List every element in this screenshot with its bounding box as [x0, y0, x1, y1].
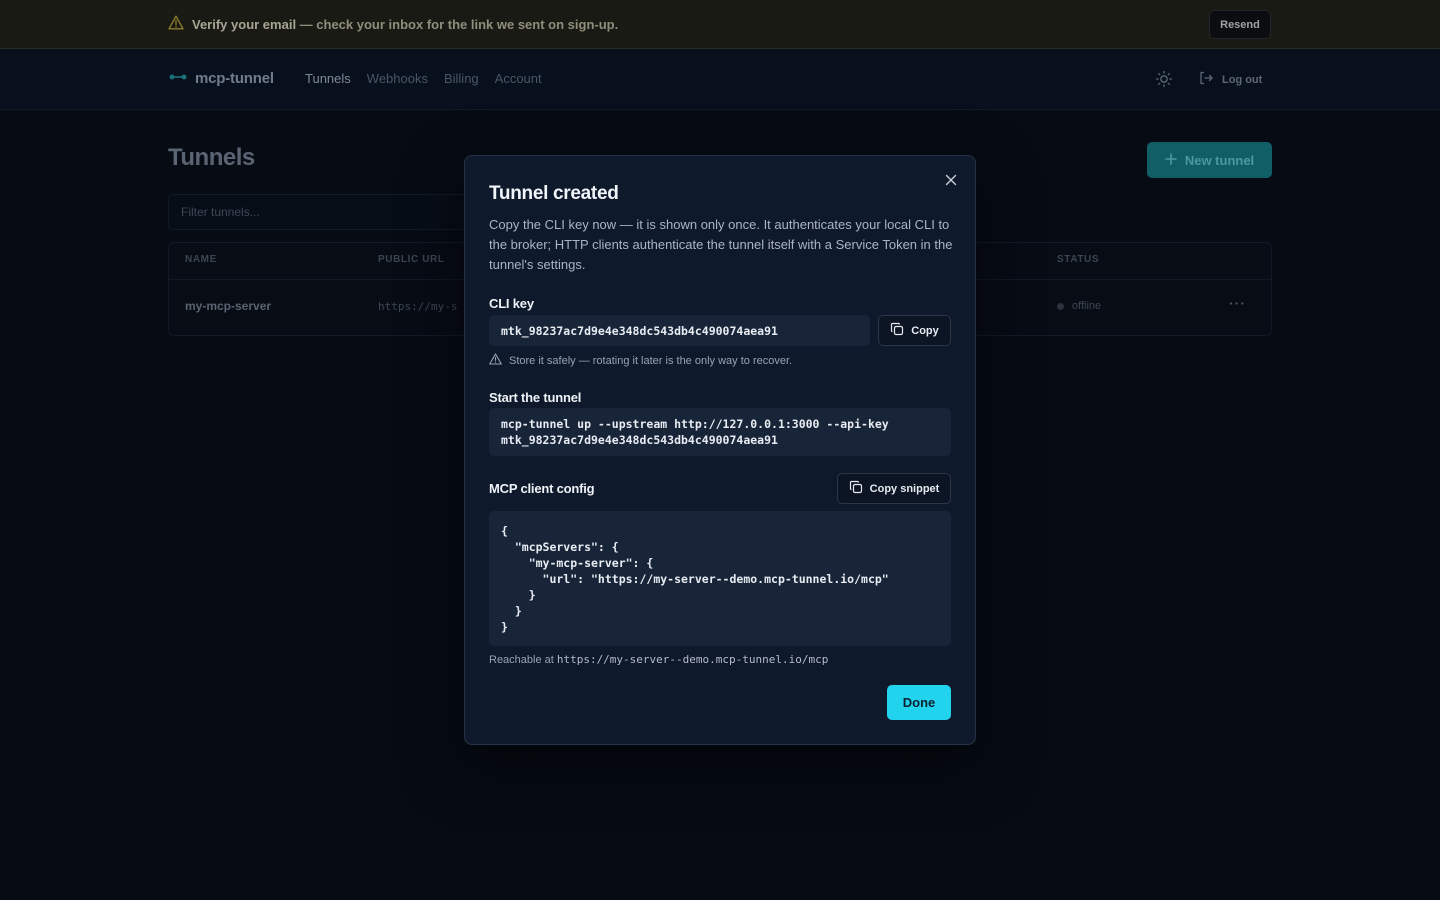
status-dot [1057, 302, 1064, 310]
page-title: Tunnels [168, 144, 255, 171]
code-line: } [501, 604, 522, 618]
key-warning: Store it safely — rotating it later is t… [489, 353, 792, 368]
column-header-status: STATUS [1057, 254, 1100, 265]
banner-text: — check your inbox for the link we sent … [296, 17, 619, 32]
reachable-url: https://my-server--demo.mcp-tunnel.io/mc… [556, 653, 829, 666]
copy-icon [849, 480, 863, 497]
logout-icon [1198, 70, 1214, 89]
start-tunnel-label: Start the tunnel [489, 390, 582, 405]
plus-icon [1165, 152, 1177, 168]
code-line: "url": "https://my-server--demo.mcp-tunn… [501, 572, 889, 586]
copy-snippet-label: Copy snippet [869, 482, 940, 495]
reachable-at: Reachable at https://my-server--demo.mcp… [489, 653, 828, 666]
copy-snippet-button[interactable]: Copy snippet [837, 473, 951, 504]
banner-message: Verify your email — check your inbox for… [192, 17, 618, 32]
app-page: Verify your email — check your inbox for… [0, 0, 1440, 900]
warning-icon [489, 353, 502, 368]
column-header-name: NAME [185, 254, 217, 265]
banner-strong: Verify your email [192, 17, 297, 32]
new-tunnel-label: New tunnel [1184, 152, 1255, 168]
code-line: "my-mcp-server": { [501, 556, 654, 570]
command-line: mcp-tunnel up --upstream http://127.0.0.… [501, 417, 889, 431]
nav-links: Tunnels Webhooks Billing Account [305, 71, 542, 86]
modal-title: Tunnel created [489, 183, 619, 204]
tunnel-created-modal: Tunnel created Copy the CLI key now — it… [464, 155, 976, 745]
column-header-public-url: PUBLIC URL [378, 254, 445, 265]
tunnel-name-cell[interactable]: my-mcp-server [185, 299, 271, 313]
verify-email-banner: Verify your email — check your inbox for… [0, 0, 1440, 49]
done-button[interactable]: Done [887, 685, 951, 720]
brand-name: mcp-tunnel [195, 69, 274, 87]
code-line: "mcpServers": { [501, 540, 619, 554]
nav-link-tunnels[interactable]: Tunnels [305, 71, 351, 86]
copy-key-button[interactable]: Copy [878, 315, 951, 346]
copy-label: Copy [911, 324, 939, 337]
status-text: offline [1072, 300, 1102, 312]
code-line: } [501, 588, 536, 602]
nav-link-billing[interactable]: Billing [444, 71, 479, 86]
mcp-config-label: MCP client config [489, 481, 595, 496]
resend-button[interactable]: Resend [1209, 10, 1271, 39]
command-line: mtk_98237ac7d9e4e348dc543db4c490074aea91 [501, 433, 778, 447]
row-actions-menu-icon[interactable]: ··· [1229, 295, 1246, 311]
key-warning-text: Store it safely — rotating it later is t… [509, 354, 793, 367]
copy-icon [890, 322, 904, 339]
reachable-prefix: Reachable at [489, 654, 554, 666]
mcp-config-code-block[interactable]: { "mcpServers": { "my-mcp-server": { "ur… [489, 511, 951, 646]
theme-toggle-sun-icon[interactable] [1155, 70, 1173, 88]
nav-link-account[interactable]: Account [495, 71, 542, 86]
top-navbar: mcp-tunnel Tunnels Webhooks Billing Acco… [0, 49, 1440, 110]
filter-tunnels-input[interactable]: Filter tunnels... [168, 194, 488, 230]
brand[interactable]: mcp-tunnel [169, 69, 274, 87]
tunnel-logo-icon [169, 69, 187, 87]
new-tunnel-button[interactable]: New tunnel [1147, 142, 1272, 178]
cli-key-label: CLI key [489, 296, 534, 311]
close-icon[interactable] [943, 172, 959, 188]
logout-button[interactable]: Log out [1198, 70, 1262, 89]
nav-link-webhooks[interactable]: Webhooks [367, 71, 428, 86]
code-line: } [501, 620, 508, 634]
warning-icon [168, 15, 184, 35]
cli-key-field[interactable]: mtk_98237ac7d9e4e348dc543db4c490074aea91 [489, 315, 870, 346]
code-line: { [501, 524, 508, 538]
status-badge: offline [1057, 300, 1101, 312]
tunnel-url-cell: https://my-s [378, 300, 458, 313]
modal-description: Copy the CLI key now — it is shown only … [489, 217, 953, 272]
logout-label: Log out [1222, 73, 1263, 86]
start-command-block[interactable]: mcp-tunnel up --upstream http://127.0.0.… [489, 408, 951, 456]
